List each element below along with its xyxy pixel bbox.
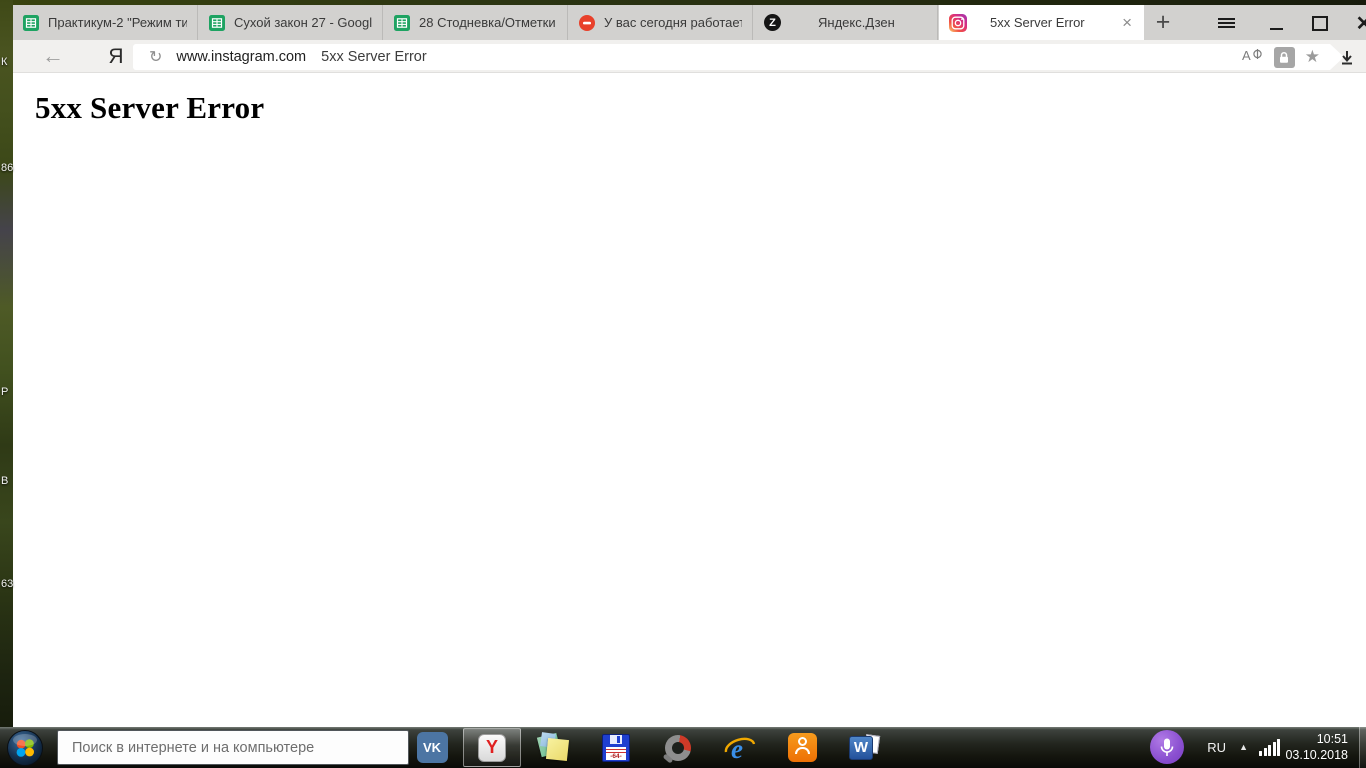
desktop-icon-label: К [1,56,8,68]
translate-icon[interactable]: A [1242,47,1264,68]
desktop-icon-label: Р [1,386,9,398]
taskbar-app-vk[interactable]: VK [411,728,453,767]
bookmark-star-icon[interactable]: ★ [1305,47,1320,67]
tab-instagram-active[interactable]: 5xx Server Error × [939,5,1144,40]
downloads-icon[interactable] [1332,43,1362,71]
taskbar-app-word[interactable]: W [835,728,893,767]
taskbar-app-internet-explorer[interactable]: e [711,728,769,767]
taskbar-app-sticky-notes[interactable] [525,728,583,767]
tab-suhoy-zakon[interactable]: Сухой закон 27 - Google [199,5,383,40]
reload-icon[interactable]: ↻ [149,47,162,67]
browser-toolbar: ← Я ↻ www.instagram.com 5xx Server Error… [13,40,1366,73]
taskbar-search-input[interactable]: Поиск в интернете и на компьютере [57,730,409,765]
tab-title: У вас сегодня работает и [604,15,742,30]
new-tab-button[interactable]: + [1146,5,1180,40]
google-sheets-icon [209,14,225,31]
tab-praktikum[interactable]: Практикум-2 "Режим тиш [13,5,198,40]
start-button[interactable] [2,727,48,768]
desktop-icon-label: 63 [1,578,14,590]
window-maximize-button[interactable] [1307,11,1333,35]
donut-ring-icon [662,734,691,764]
taskbar-search-placeholder: Поиск в интернете и на компьютере [72,739,315,756]
vk-icon: VK [416,732,448,763]
desktop-icon-label: 86 [1,162,14,174]
language-indicator[interactable]: RU [1207,740,1226,755]
floppy-disk-icon: -64- [602,733,630,762]
taskbar-app-odnoklassniki[interactable] [773,728,831,767]
taskbar-app-yandex-browser[interactable]: Y [463,728,521,767]
taskbar: Поиск в интернете и на компьютере VK Y -… [0,727,1366,768]
hidden-icons-chevron[interactable]: ▲ [1239,742,1248,752]
voice-assistant-mic-icon[interactable] [1150,730,1184,764]
ms-word-icon: W [849,733,881,762]
tab-title: Сухой закон 27 - Google [234,15,372,30]
taskbar-app-floppy[interactable]: -64- [587,728,645,767]
desktop-wallpaper-strip: К 86 Р В 63 [0,0,13,768]
page-title: 5xx Server Error [35,90,265,125]
svg-text:A: A [1242,48,1251,63]
tab-title: Практикум-2 "Режим тиш [48,15,187,30]
google-sheets-icon [23,14,39,31]
yandex-browser-icon: Y [478,733,506,762]
address-bar[interactable]: ↻ www.instagram.com 5xx Server Error A ★ [133,44,1344,70]
page-content: 5xx Server Error [13,74,1366,727]
sticky-notes-icon [536,731,570,763]
tray-time: 10:51 [1316,732,1348,746]
google-sheets-icon [394,14,410,31]
window-close-button[interactable]: ✕ [1351,11,1366,35]
zen-icon: Z [764,14,781,31]
chat-badge-icon [579,14,595,31]
protect-lock-icon[interactable] [1274,47,1295,68]
tab-chat[interactable]: У вас сегодня работает и [569,5,753,40]
tray-date: 03.10.2018 [1285,748,1348,762]
instagram-icon [949,13,967,32]
window-minimize-button[interactable] [1263,11,1289,35]
url-text: www.instagram.com [176,49,307,65]
yandex-logo[interactable]: Я [101,43,131,70]
tab-stodnevka[interactable]: 28 Стодневка/Отметки - [384,5,568,40]
network-signal-icon[interactable] [1259,738,1280,756]
tab-close-icon[interactable]: × [1120,13,1134,33]
address-bar-page-title: 5xx Server Error [321,49,427,65]
tab-yandex-zen[interactable]: Z Яндекс.Дзен [754,5,938,40]
tab-title: Яндекс.Дзен [818,15,895,30]
internet-explorer-icon: e [724,733,756,764]
desktop-icon-label: В [1,475,9,487]
taskbar-app-loader[interactable] [649,728,707,767]
back-button[interactable]: ← [35,42,71,70]
tab-title: 5xx Server Error [990,15,1085,30]
tab-title: 28 Стодневка/Отметки - [419,15,557,30]
show-desktop-button[interactable] [1359,727,1366,768]
browser-menu-icon[interactable] [1213,11,1239,35]
tab-bar: Практикум-2 "Режим тиш Сухой закон 27 - … [13,5,1366,40]
screen: К 86 Р В 63 Практикум-2 "Режим тиш Сухой… [0,0,1366,768]
clock[interactable]: 10:51 03.10.2018 [1285,731,1348,763]
odnoklassniki-icon [787,733,817,762]
